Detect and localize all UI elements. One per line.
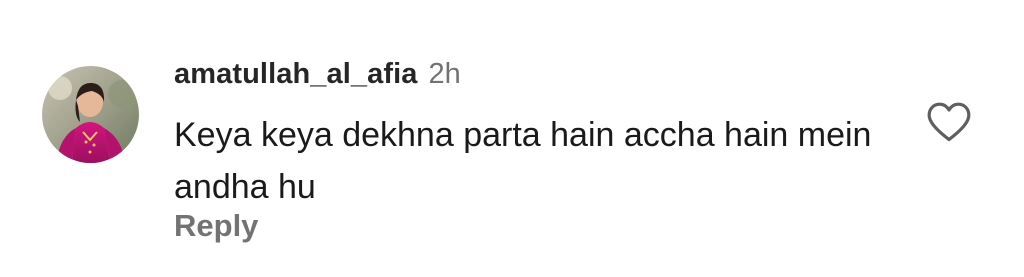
comment-text: Keya keya dekhna parta hain accha hain m… xyxy=(174,116,872,206)
heart-outline-icon xyxy=(927,102,971,142)
comment-meta: amatullah_al_afia 2h xyxy=(174,58,894,98)
comment-item: amatullah_al_afia 2h Keya keya dekhna pa… xyxy=(0,0,1024,277)
username[interactable]: amatullah_al_afia xyxy=(174,58,418,91)
avatar-photo xyxy=(42,66,139,163)
reply-button[interactable]: Reply xyxy=(174,208,258,244)
timestamp: 2h xyxy=(428,58,461,90)
like-button[interactable] xyxy=(926,101,972,143)
avatar[interactable] xyxy=(42,66,139,163)
comment-body: amatullah_al_afia 2h Keya keya dekhna pa… xyxy=(174,58,894,243)
